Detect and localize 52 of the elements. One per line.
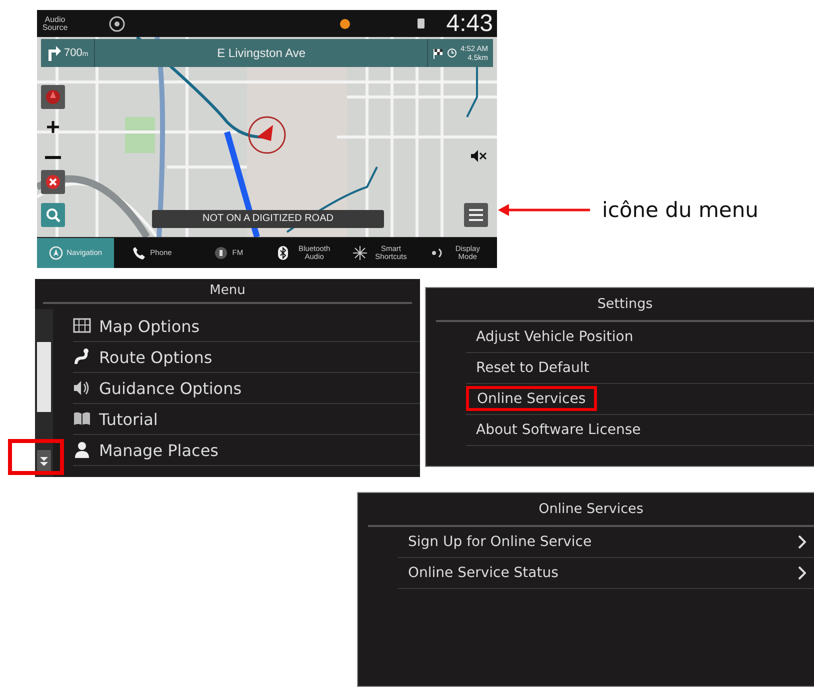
- double-chevron-down-icon: [40, 457, 48, 467]
- panel-title: Settings: [436, 288, 814, 322]
- panel-title: Online Services: [368, 493, 814, 527]
- settings-item[interactable]: About Software License: [466, 415, 814, 446]
- menu-button[interactable]: [464, 203, 488, 227]
- book-icon: [73, 410, 91, 428]
- mute-icon: [471, 150, 487, 162]
- bluetooth-icon: [276, 246, 290, 260]
- phone-status-icon: [417, 18, 425, 29]
- plus-icon: [45, 119, 61, 135]
- notification-dot-icon: [340, 18, 350, 28]
- cancel-route-button[interactable]: [41, 170, 65, 194]
- close-icon: [45, 174, 61, 190]
- menu-item[interactable]: Route Options: [73, 342, 420, 373]
- compass-icon: [45, 89, 61, 105]
- menu-item[interactable]: Map Options: [73, 311, 420, 342]
- chevron-right-icon: [798, 535, 806, 549]
- search-button[interactable]: [41, 203, 65, 227]
- clock: 4:43: [446, 10, 493, 37]
- callout-label: icône du menu: [602, 198, 758, 222]
- map-icon: [73, 317, 91, 335]
- navigation-icon: [48, 246, 63, 260]
- audio-source-button[interactable]: Audio Source: [39, 16, 71, 32]
- settings-item[interactable]: Online Services: [466, 384, 814, 415]
- panel-title: Menu: [43, 279, 412, 304]
- scrollbar-thumb[interactable]: [37, 342, 51, 412]
- search-icon: [45, 207, 61, 223]
- street-name: E Livingston Ave: [216, 46, 307, 60]
- settings-item[interactable]: Adjust Vehicle Position: [466, 322, 814, 353]
- destination-flag-icon: [433, 48, 444, 58]
- online-services-item[interactable]: Online Service Status: [398, 558, 814, 589]
- person-icon: [73, 441, 91, 459]
- online-services-item[interactable]: Sign Up for Online Service: [398, 527, 814, 558]
- minus-icon: [45, 156, 61, 158]
- chevron-right-icon: [798, 566, 806, 580]
- highlight-frame: Online Services: [466, 386, 597, 411]
- speaker-icon: [73, 379, 91, 397]
- map-status-message: NOT ON A DIGITIZED ROAD: [152, 210, 384, 228]
- settings-item[interactable]: Reset to Default: [466, 353, 814, 384]
- route-icon: [73, 348, 91, 366]
- menu-item[interactable]: Manage Places: [73, 435, 420, 466]
- disc-icon: [109, 16, 125, 32]
- display-icon: [430, 246, 444, 260]
- clock-icon: [447, 48, 458, 58]
- radio-icon: [214, 246, 228, 260]
- menu-icon: [468, 208, 484, 222]
- menu-item[interactable]: Tutorial: [73, 404, 420, 435]
- turn-right-icon: [47, 45, 61, 61]
- menu-item[interactable]: Guidance Options: [73, 373, 420, 404]
- phone-icon: [132, 246, 146, 260]
- vehicle-position-icon: [248, 116, 286, 154]
- shortcuts-icon: [353, 246, 368, 260]
